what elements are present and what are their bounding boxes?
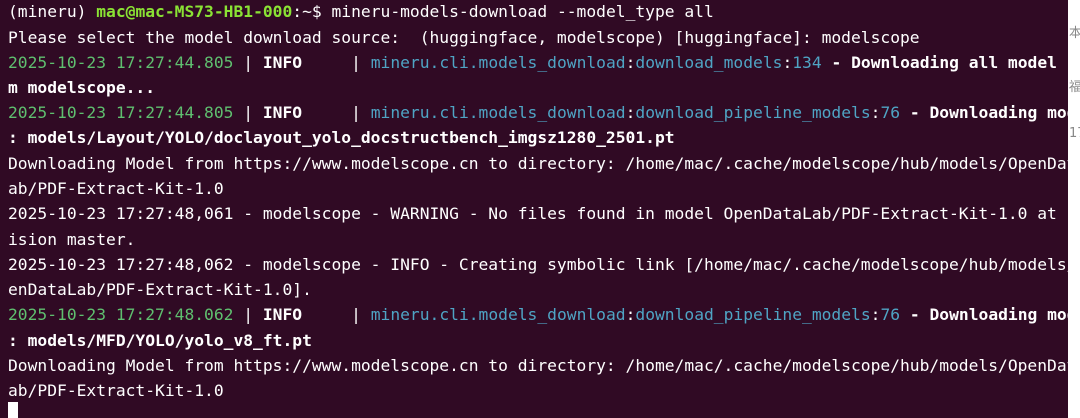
log-function: download_pipeline_models [635, 103, 871, 122]
warning-line: 2025-10-23 17:27:48,061 - modelscope - W… [8, 204, 1068, 223]
log-line-2: 2025-10-23 17:27:44.805 | INFO | mineru.… [8, 101, 1068, 125]
log-dash: - [900, 103, 930, 122]
download-line-1-wrap: ab/PDF-Extract-Kit-1.0 [8, 179, 224, 198]
log-line-2-wrap: : models/Layout/YOLO/doclayout_yolo_docs… [8, 128, 675, 147]
background-window-edge: 本 福 17 [1068, 0, 1080, 418]
log-separator: | [302, 305, 371, 324]
select-source-line: Please select the model download source:… [8, 28, 920, 47]
log-colon: : [625, 53, 636, 72]
log-line-1-wrap: m modelscope... [8, 78, 156, 97]
log-module: mineru.cli.models_download [370, 305, 626, 324]
log-level: INFO [262, 305, 303, 324]
log-timestamp: 2025-10-23 17:27:44.805 [8, 53, 234, 72]
log-colon: : [625, 305, 636, 324]
conda-env: (mineru) [8, 2, 97, 21]
log-colon: : [625, 103, 636, 122]
log-colon: : [870, 305, 881, 324]
log-separator: | [233, 53, 263, 72]
download-line-2: Downloading Model from https://www.model… [8, 356, 1068, 375]
log-separator: | [302, 53, 371, 72]
side-text-1: 本 [1069, 26, 1080, 41]
download-line-2-wrap: ab/PDF-Extract-Kit-1.0 [8, 381, 224, 400]
command-text: mineru-models-download --model_type all [331, 2, 714, 21]
log-timestamp: 2025-10-23 17:27:44.805 [8, 103, 234, 122]
prompt-symbol: $ [311, 2, 332, 21]
log-colon: : [870, 103, 881, 122]
log-line-3-wrap: : models/MFD/YOLO/yolo_v8_ft.pt [8, 331, 312, 350]
log-line-1: 2025-10-23 17:27:44.805 | INFO | mineru.… [8, 51, 1068, 75]
symlink-info-line: 2025-10-23 17:27:48,062 - modelscope - I… [8, 255, 1068, 274]
log-dash: - [821, 53, 852, 72]
text-cursor [8, 402, 18, 418]
side-text-2: 福 [1069, 80, 1080, 95]
log-function: download_pipeline_models [635, 305, 871, 324]
log-timestamp: 2025-10-23 17:27:48.062 [8, 305, 234, 324]
log-colon: : [782, 53, 793, 72]
log-message: Downloading model [929, 103, 1069, 122]
log-function: download_models [635, 53, 783, 72]
log-message: Downloading model [929, 305, 1069, 324]
log-separator: | [233, 103, 263, 122]
command-prompt-line: (mineru) mac@mac-MS73-HB1-000:~$ mineru-… [8, 0, 714, 24]
user-host: mac@mac-MS73-HB1-000 [96, 2, 293, 21]
log-separator: | [233, 305, 263, 324]
side-text-3: 17 [1069, 126, 1080, 141]
log-lineno: 76 [880, 305, 901, 324]
log-dash: - [900, 305, 930, 324]
path-separator: :~ [292, 2, 312, 21]
download-line-1: Downloading Model from https://www.model… [8, 154, 1068, 173]
terminal-window[interactable]: (mineru) mac@mac-MS73-HB1-000:~$ mineru-… [0, 0, 1068, 418]
warning-line-wrap: ision master. [8, 230, 136, 249]
log-lineno: 134 [792, 53, 822, 72]
log-module: mineru.cli.models_download [370, 103, 626, 122]
log-lineno: 76 [880, 103, 901, 122]
symlink-info-line-wrap: enDataLab/PDF-Extract-Kit-1.0]. [8, 280, 312, 299]
log-separator: | [302, 103, 371, 122]
log-level: INFO [262, 53, 303, 72]
log-message: Downloading all model fro [851, 53, 1068, 72]
log-level: INFO [262, 103, 303, 122]
log-line-3: 2025-10-23 17:27:48.062 | INFO | mineru.… [8, 303, 1068, 327]
log-module: mineru.cli.models_download [370, 53, 626, 72]
